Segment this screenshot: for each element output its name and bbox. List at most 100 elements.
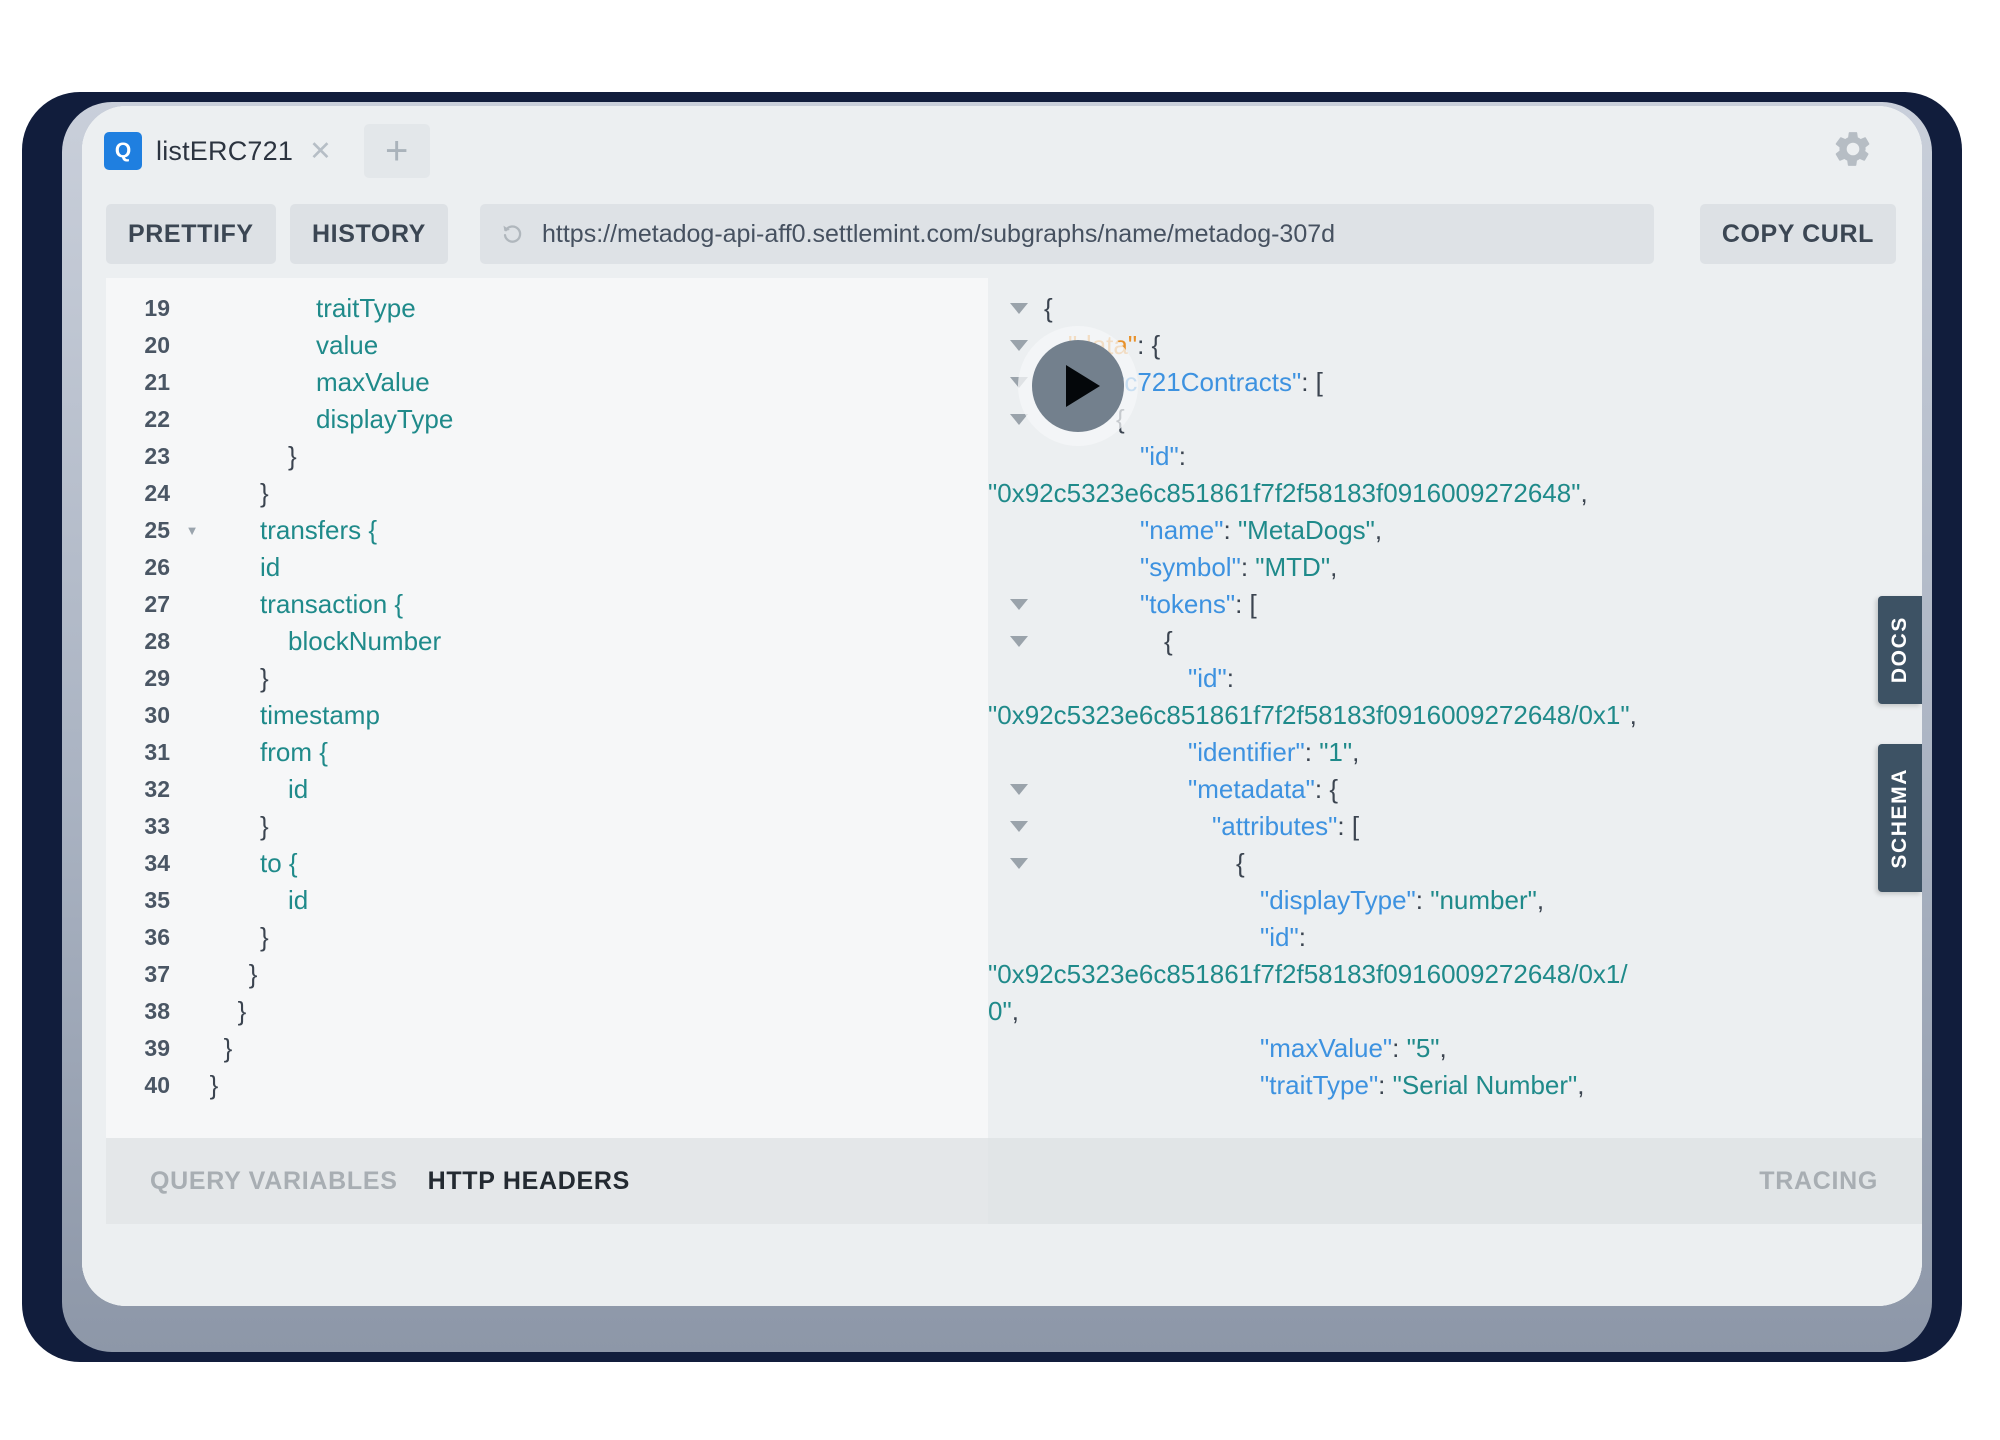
schema-tab[interactable]: SCHEMA (1878, 744, 1922, 892)
query-code-line: 23} (106, 438, 988, 475)
new-tab-button[interactable]: + (364, 124, 430, 178)
json-string-value: 0" (988, 996, 1012, 1026)
query-code-line: 22displayType (106, 401, 988, 438)
tab-query-variables[interactable]: QUERY VARIABLES (150, 1167, 398, 1196)
json-line-content: "identifier": "1", (1132, 737, 1359, 768)
line-number: 29 (106, 665, 180, 692)
code-text: to { (260, 848, 298, 879)
reload-icon[interactable] (500, 221, 526, 247)
code-text: } (224, 1033, 233, 1064)
line-number: 33 (106, 813, 180, 840)
json-string-value: "0x92c5323e6c851861f7f2f58183f0916009272… (988, 700, 1630, 730)
fold-caret-icon[interactable]: ▼ (180, 524, 204, 537)
json-string-value: "5" (1407, 1033, 1440, 1063)
query-code-line: 27transaction { (106, 586, 988, 623)
json-key: "id" (1140, 441, 1179, 471)
line-number: 32 (106, 776, 180, 803)
code-text: maxValue (316, 367, 430, 398)
response-json-line: "symbol": "MTD", (988, 549, 1922, 586)
response-json-lines: {"data": {"erc721Contracts": [{"id":"0x9… (988, 290, 1922, 1104)
line-number: 19 (106, 295, 180, 322)
code-text: transfers { (260, 515, 377, 546)
json-key: "traitType" (1260, 1070, 1378, 1100)
json-key: "maxValue" (1260, 1033, 1392, 1063)
json-punctuation: , (1580, 478, 1587, 508)
json-punctuation: { (1164, 626, 1173, 656)
response-json-line: "metadata": { (988, 771, 1922, 808)
json-punctuation: : (1305, 737, 1319, 767)
collapse-caret-icon[interactable] (1010, 414, 1028, 425)
history-button[interactable]: HISTORY (290, 204, 448, 264)
line-number: 37 (106, 961, 180, 988)
response-pane[interactable]: {"data": {"erc721Contracts": [{"id":"0x9… (988, 278, 1922, 1138)
query-code-line: 35id (106, 882, 988, 919)
json-string-value: "0x92c5323e6c851861f7f2f58183f0916009272… (988, 959, 1628, 989)
query-code-line: 33} (106, 808, 988, 845)
json-string-value: "0x92c5323e6c851861f7f2f58183f0916009272… (988, 478, 1580, 508)
schema-tab-label: SCHEMA (1888, 768, 1912, 869)
json-line-content: "traitType": "Serial Number", (1204, 1070, 1585, 1101)
line-number: 24 (106, 480, 180, 507)
json-punctuation: , (1375, 515, 1382, 545)
collapse-caret-icon[interactable] (1010, 599, 1028, 610)
collapse-caret-icon[interactable] (1010, 821, 1028, 832)
toolbar: PRETTIFY HISTORY https://metadog-api-aff… (82, 192, 1922, 278)
response-json-line: "identifier": "1", (988, 734, 1922, 771)
response-json-line: "data": { (988, 327, 1922, 364)
prettify-button[interactable]: PRETTIFY (106, 204, 276, 264)
copy-curl-button[interactable]: COPY CURL (1700, 204, 1896, 264)
json-line-content: "id": (1084, 441, 1186, 472)
json-key: "metadata" (1188, 774, 1315, 804)
collapse-caret-icon[interactable] (1010, 784, 1028, 795)
json-punctuation: : (1224, 515, 1238, 545)
json-punctuation: : { (1137, 330, 1160, 360)
collapse-caret-icon[interactable] (1010, 858, 1028, 869)
json-punctuation: : (1227, 663, 1234, 693)
endpoint-url-text: https://metadog-api-aff0.settlemint.com/… (542, 220, 1335, 249)
json-line-content: "0x92c5323e6c851861f7f2f58183f0916009272… (988, 959, 1628, 990)
editor-tab-listerc721[interactable]: Q listERC721 ✕ (104, 125, 344, 177)
json-punctuation: { (1044, 293, 1053, 323)
line-number: 25 (106, 517, 180, 544)
json-string-value: "number" (1430, 885, 1537, 915)
tab-http-headers[interactable]: HTTP HEADERS (428, 1167, 630, 1196)
close-icon[interactable]: ✕ (309, 138, 332, 165)
query-badge-icon: Q (104, 132, 142, 170)
response-json-line: "tokens": [ (988, 586, 1922, 623)
json-line-content: "tokens": [ (1084, 589, 1257, 620)
collapse-caret-icon[interactable] (1010, 636, 1028, 647)
json-string-value: "MTD" (1255, 552, 1330, 582)
code-text: } (260, 811, 269, 842)
json-punctuation: : [ (1301, 367, 1323, 397)
docs-tab-label: DOCS (1888, 616, 1912, 683)
response-json-line: { (988, 845, 1922, 882)
collapse-caret-icon[interactable] (1010, 340, 1028, 351)
tab-tracing[interactable]: TRACING (1759, 1167, 1878, 1196)
gear-icon[interactable] (1832, 128, 1874, 170)
response-json-line: { (988, 401, 1922, 438)
collapse-caret-icon[interactable] (1010, 303, 1028, 314)
code-text: displayType (316, 404, 453, 435)
response-json-line: "0x92c5323e6c851861f7f2f58183f0916009272… (988, 475, 1922, 512)
json-line-content: "displayType": "number", (1204, 885, 1544, 916)
json-punctuation: : (1378, 1070, 1392, 1100)
line-number: 21 (106, 369, 180, 396)
code-text: } (260, 663, 269, 694)
json-punctuation: , (1330, 552, 1337, 582)
endpoint-url-bar[interactable]: https://metadog-api-aff0.settlemint.com/… (480, 204, 1654, 264)
json-key: "symbol" (1140, 552, 1241, 582)
json-key: "tokens" (1140, 589, 1235, 619)
query-editor-pane[interactable]: 19traitType20value21maxValue22displayTyp… (106, 278, 988, 1138)
json-key: "attributes" (1212, 811, 1337, 841)
json-punctuation: , (1537, 885, 1544, 915)
response-json-line: 0", (988, 993, 1922, 1030)
collapse-caret-icon[interactable] (1010, 377, 1028, 388)
graphiql-app-window: Q listERC721 ✕ + PRETTIFY HISTORY (82, 106, 1922, 1306)
json-punctuation: , (1012, 996, 1019, 1026)
docs-tab[interactable]: DOCS (1878, 596, 1922, 704)
code-text: blockNumber (288, 626, 441, 657)
json-line-content: "id": (1132, 663, 1234, 694)
execute-query-button[interactable] (1032, 340, 1124, 432)
json-line-content: "maxValue": "5", (1204, 1033, 1447, 1064)
json-key: "identifier" (1188, 737, 1305, 767)
